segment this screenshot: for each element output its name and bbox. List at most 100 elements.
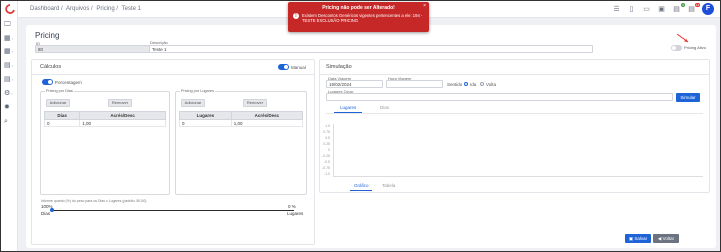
pricing-active-toggle[interactable] (671, 45, 682, 51)
breadcrumb-arquivos[interactable]: Arquivos / (66, 6, 93, 12)
simulate-button[interactable]: Simular (676, 93, 700, 102)
pricing-dias-legend: Pricing por Dias (45, 89, 74, 93)
avatar[interactable]: F (702, 3, 714, 15)
top-icons: ☰ ▯ ▭ ▣ ▤ 0 ▤ 14 F (612, 2, 714, 15)
lugares-weight-label: Lugares (287, 211, 304, 216)
back-label: Voltar (662, 236, 675, 241)
chat-icon[interactable]: ▤ 0 (672, 2, 685, 14)
lugares-remove-button[interactable]: Remover (243, 99, 267, 107)
weight-slider-knob[interactable] (50, 208, 54, 212)
simulacao-title: Simulação (326, 64, 352, 70)
chart-x-axis-line (333, 176, 703, 177)
pricing-active-label: Pricing Ativo (684, 45, 707, 50)
bell-icon[interactable]: ▤ 14 (687, 2, 700, 14)
simulacao-panel: Simulação Data Viagem 19/02/2024 Hora Vi… (319, 59, 710, 193)
breadcrumb-current: Teste 1 (121, 6, 141, 12)
lugares-cell: 0 (179, 119, 232, 127)
bottom-tab-underline (350, 190, 372, 191)
porcentagem-label: Porcentagem (55, 80, 82, 85)
pricing-lugares-legend: Pricing por Lugares (180, 89, 215, 93)
manual-label: Manual (291, 65, 306, 70)
dias-table: Dias Acrés/Desc 0 1,00 (43, 111, 166, 127)
bell-badge: 14 (694, 2, 700, 7)
lugares-table: Lugares Acrés/Desc 0 1,00 (179, 111, 304, 127)
sidebar: 🖵 ▦ › ▦ › ▤ › ▤ › ⚙ › ✹ ⌕ (1, 1, 18, 251)
table-icon[interactable]: ▦ › (4, 35, 16, 43)
acres-desc-col-header[interactable]: Acrés/Desc (79, 111, 166, 120)
page-title: Pricing (35, 31, 60, 40)
y-tick-label: 1.0 (325, 124, 330, 128)
grid-icon[interactable]: ▦ › (4, 48, 16, 56)
acres-desc-cell: 1,00 (79, 119, 166, 127)
lugares-add-button[interactable]: Adicionar (181, 99, 205, 107)
manual-toggle[interactable] (278, 64, 289, 70)
pricing-lugares-group: Pricing por Lugares Adicionar Remover Lu… (175, 89, 307, 195)
simulacao-divider (320, 74, 709, 75)
alert-close-icon[interactable]: × (423, 3, 426, 9)
acres-desc-col-header[interactable]: Acrés/Desc (230, 111, 304, 120)
list-icon[interactable]: ☰ (612, 5, 621, 14)
chat-badge: 0 (681, 2, 685, 7)
sentido-label: Sentido (447, 82, 463, 87)
calculos-divider (32, 74, 314, 75)
pct-right-label: 0 % (288, 204, 296, 209)
dias-weight-label: Dias (41, 211, 51, 216)
volta-label: Volta (486, 82, 497, 87)
alert-message: Existem Descontos Genéricos vigentes per… (302, 13, 423, 23)
weight-note: Informe quanto (%) do peso para os Dias … (41, 199, 147, 203)
y-tick-label: -0.75 (322, 166, 330, 170)
chart-y-axis-line (333, 124, 334, 176)
file-icon[interactable]: ▤ › (4, 62, 16, 70)
save-button[interactable]: ▣ Salvar (625, 234, 651, 243)
table-row[interactable]: 0 1,00 (179, 119, 304, 127)
breadcrumb-dashboard[interactable]: Dashboard / (30, 6, 63, 12)
tablet-icon[interactable]: ▭ (642, 5, 651, 14)
description-field[interactable]: Teste 1 (149, 45, 593, 53)
alert-title: Pricing não pode ser Alterado! (322, 5, 395, 11)
y-tick-label: 0.75 (323, 130, 330, 134)
dias-add-button[interactable]: Adicionar (46, 99, 70, 107)
bug-icon[interactable]: ✹ (4, 104, 16, 112)
settings-icon[interactable]: ⚙ › (4, 90, 16, 98)
acres-desc-cell: 1,00 (230, 119, 304, 127)
breadcrumb-pricing[interactable]: Pricing / (96, 6, 118, 12)
y-tick-label: -0.25 (322, 154, 330, 158)
lugares-col-header[interactable]: Lugares (179, 111, 232, 120)
ida-label: Ida (470, 82, 477, 87)
y-tick-label: -0.5 (323, 160, 330, 164)
dias-col-header[interactable]: Dias (43, 111, 81, 120)
y-tick-label: 0.5 (325, 136, 330, 140)
table-row[interactable]: 0 1,00 (43, 119, 166, 127)
lugares-ocup-field[interactable] (326, 93, 673, 101)
tab-grafico[interactable]: Gráfico (354, 183, 369, 188)
volta-radio[interactable] (480, 82, 484, 86)
dias-cell: 0 (43, 119, 81, 127)
back-button[interactable]: ◀ Voltar (653, 234, 679, 243)
main-card: Pricing ID 80 Descrição Teste 1 Pricing … (26, 25, 716, 248)
porcentagem-toggle[interactable] (42, 79, 53, 85)
calculos-title: Cálculos (40, 64, 62, 70)
tab-lugares[interactable]: Lugares (340, 105, 356, 110)
app-logo (5, 4, 15, 14)
search-icon[interactable]: ⌕ (4, 118, 16, 126)
breadcrumb: Dashboard / Arquivos / Pricing / Teste 1 (30, 6, 143, 12)
ida-radio[interactable] (464, 82, 468, 86)
calculos-panel: Cálculos Manual Porcentagem Pricing por … (31, 59, 315, 245)
wallet-icon[interactable]: ▣ (657, 5, 666, 14)
y-tick-label: 0 (328, 148, 330, 152)
weight-slider-track[interactable] (52, 210, 294, 211)
warning-icon: ! (293, 13, 299, 19)
save-label: Salvar (634, 236, 648, 241)
tabs-divider (326, 113, 703, 114)
dias-remove-button[interactable]: Remover (108, 99, 132, 107)
phone-icon[interactable]: ▯ (627, 5, 636, 14)
document-icon[interactable]: ▤ › (4, 76, 16, 84)
pointer-arrow-icon (677, 34, 689, 43)
date-field[interactable]: 19/02/2024 (326, 80, 383, 88)
tab-tabela[interactable]: Tabela (382, 183, 395, 188)
pricing-dias-group: Pricing por Dias Adicionar Remover Dias … (40, 89, 170, 195)
monitor-icon[interactable]: 🖵 (4, 21, 16, 29)
hour-field[interactable] (386, 80, 443, 88)
error-alert: × Pricing não pode ser Alterado! ! Exist… (288, 2, 429, 32)
tab-dias[interactable]: Dias (380, 105, 389, 110)
